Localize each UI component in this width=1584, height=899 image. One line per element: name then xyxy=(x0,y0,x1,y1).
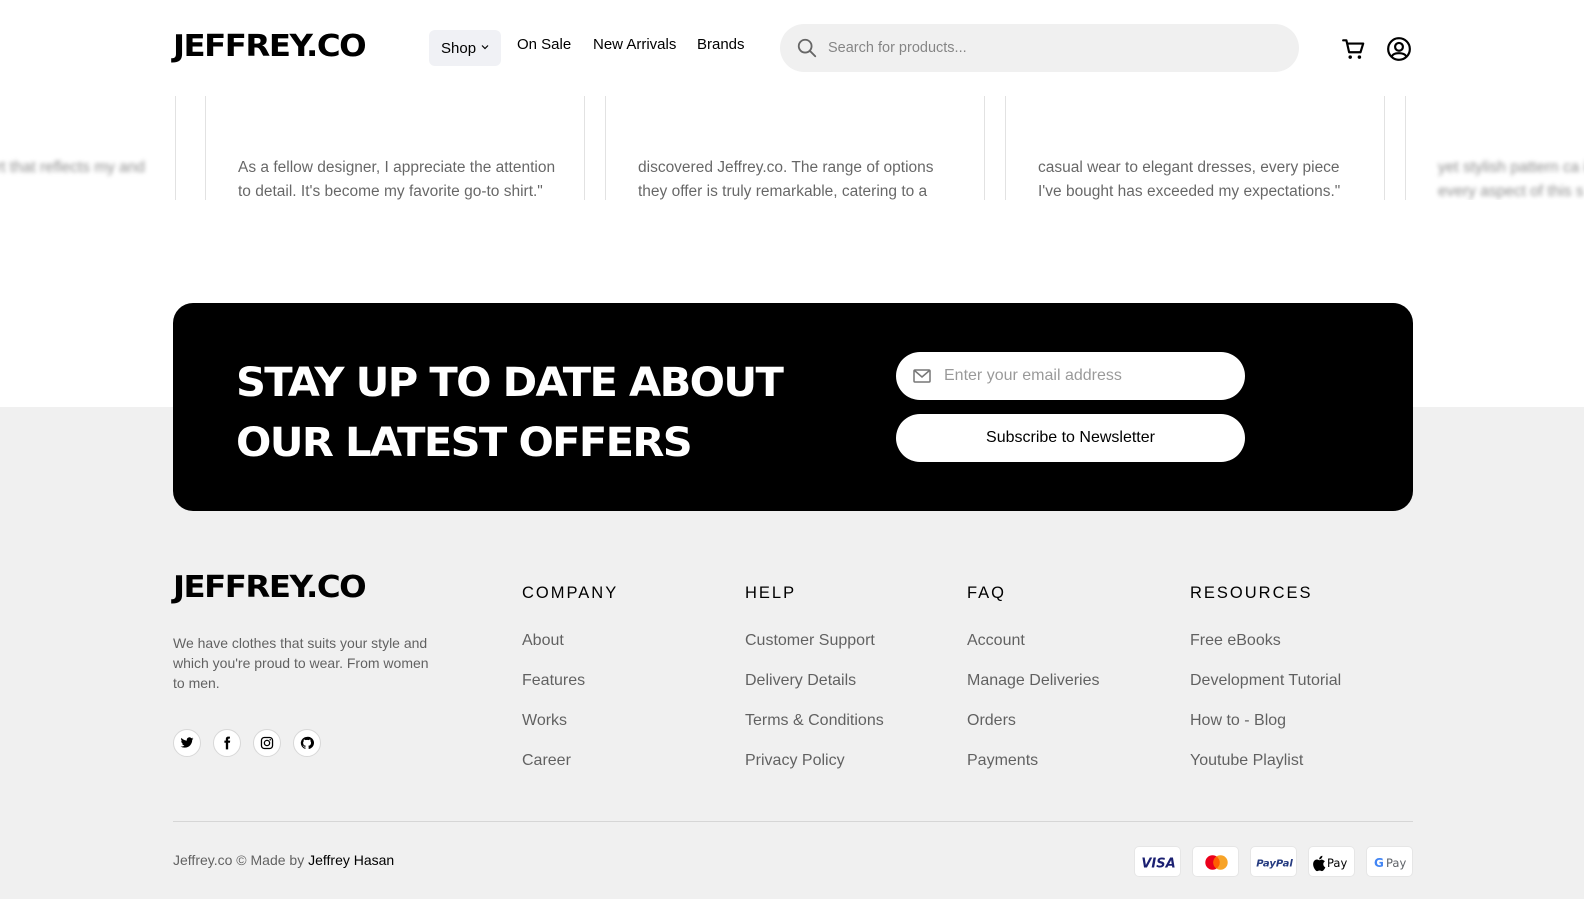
mail-icon xyxy=(913,369,931,383)
nav-shop-label: Shop xyxy=(441,40,477,57)
footer-link-development-tutorial[interactable]: Development Tutorial xyxy=(1190,672,1341,690)
footer-description: We have clothes that suits your style an… xyxy=(173,635,429,691)
review-text: As a fellow designer, I appreciate the a… xyxy=(238,159,556,200)
footer-link-career[interactable]: Career xyxy=(522,752,571,770)
newsletter-email-field[interactable] xyxy=(944,362,1229,390)
nav-shop-dropdown[interactable]: Shop xyxy=(429,30,501,66)
footer-link-account[interactable]: Account xyxy=(967,632,1025,650)
chevron-down-icon xyxy=(481,45,489,50)
footer-link-orders[interactable]: Orders xyxy=(967,712,1016,730)
nav-on-sale[interactable]: On Sale xyxy=(517,36,571,53)
instagram-icon xyxy=(260,736,274,750)
search-input[interactable] xyxy=(828,34,1268,62)
footer-column-title: RESOURCES xyxy=(1190,584,1313,602)
footer-link-free-ebooks[interactable]: Free eBooks xyxy=(1190,632,1281,650)
google-pay-icon: G Pay xyxy=(1366,846,1413,877)
footer-link-works[interactable]: Works xyxy=(522,712,567,730)
footer-link-privacy-policy[interactable]: Privacy Policy xyxy=(745,752,845,770)
footer-link-youtube-playlist[interactable]: Youtube Playlist xyxy=(1190,752,1303,770)
footer-link-how-to-blog[interactable]: How to - Blog xyxy=(1190,712,1286,730)
subscribe-button[interactable]: Subscribe to Newsletter xyxy=(896,414,1245,462)
newsletter-title-line: OUR LATEST OFFERS xyxy=(236,420,693,466)
apple-pay-label: Pay xyxy=(1327,856,1347,870)
instagram-link[interactable] xyxy=(253,729,281,757)
google-pay-label: Pay xyxy=(1386,856,1406,870)
footer-link-terms[interactable]: Terms & Conditions xyxy=(745,712,884,730)
mastercard-icon xyxy=(1192,846,1239,877)
paypal-icon: PayPal xyxy=(1250,846,1297,877)
nav-brands[interactable]: Brands xyxy=(697,36,745,53)
paypal-label: PayPal xyxy=(1256,859,1293,870)
review-text: discovered Jeffrey.co. The range of opti… xyxy=(638,159,934,200)
footer-link-payments[interactable]: Payments xyxy=(967,752,1038,770)
visa-icon: VISA xyxy=(1134,846,1181,877)
facebook-link[interactable] xyxy=(213,729,241,757)
search-bar xyxy=(780,24,1299,72)
newsletter-title-line: STAY UP TO DATE ABOUT xyxy=(236,360,784,406)
footer-link-customer-support[interactable]: Customer Support xyxy=(745,632,875,650)
facebook-icon xyxy=(224,736,231,750)
cart-icon[interactable] xyxy=(1341,36,1367,62)
review-text: the designer's skill. It's art that refl… xyxy=(0,159,146,176)
twitter-link[interactable] xyxy=(173,729,201,757)
newsletter-banner: STAY UP TO DATE ABOUT OUR LATEST OFFERS … xyxy=(173,303,1413,511)
newsletter-email-wrapper xyxy=(896,352,1245,400)
review-text: yet stylish pattern ca is perfect. I can… xyxy=(1438,159,1584,200)
footer-column-title: FAQ xyxy=(967,584,1007,602)
search-icon xyxy=(797,38,817,58)
site-logo[interactable]: JEFFREY.CO xyxy=(173,29,367,64)
footer-column-title: COMPANY xyxy=(522,584,619,602)
footer-column-title: HELP xyxy=(745,584,797,602)
nav-new-arrivals[interactable]: New Arrivals xyxy=(593,36,676,53)
footer-link-delivery-details[interactable]: Delivery Details xyxy=(745,672,856,690)
copyright-text: Jeffrey.co © Made by Jeffrey Hasan xyxy=(173,852,394,868)
site-header: JEFFREY.CO Shop On Sale New Arrivals Bra… xyxy=(0,0,1584,96)
github-icon xyxy=(300,736,314,749)
github-link[interactable] xyxy=(293,729,321,757)
page: the designer's skill. It's art that refl… xyxy=(0,0,1584,899)
review-text: casual wear to elegant dresses, every pi… xyxy=(1038,159,1341,200)
g-letter: G xyxy=(1374,856,1384,870)
apple-pay-icon: Pay xyxy=(1308,846,1355,877)
copyright-author: Jeffrey Hasan xyxy=(308,852,395,868)
user-account-icon[interactable] xyxy=(1386,36,1412,62)
newsletter-title: STAY UP TO DATE ABOUT OUR LATEST OFFERS xyxy=(236,353,860,473)
twitter-icon xyxy=(180,737,194,748)
visa-label: VISA xyxy=(1141,857,1175,872)
footer-logo[interactable]: JEFFREY.CO xyxy=(173,570,367,605)
footer-divider xyxy=(173,821,1413,822)
copyright-prefix: Jeffrey.co © Made by xyxy=(173,852,305,868)
footer-link-features[interactable]: Features xyxy=(522,672,585,690)
footer-link-manage-deliveries[interactable]: Manage Deliveries xyxy=(967,672,1100,690)
footer-link-about[interactable]: About xyxy=(522,632,564,650)
